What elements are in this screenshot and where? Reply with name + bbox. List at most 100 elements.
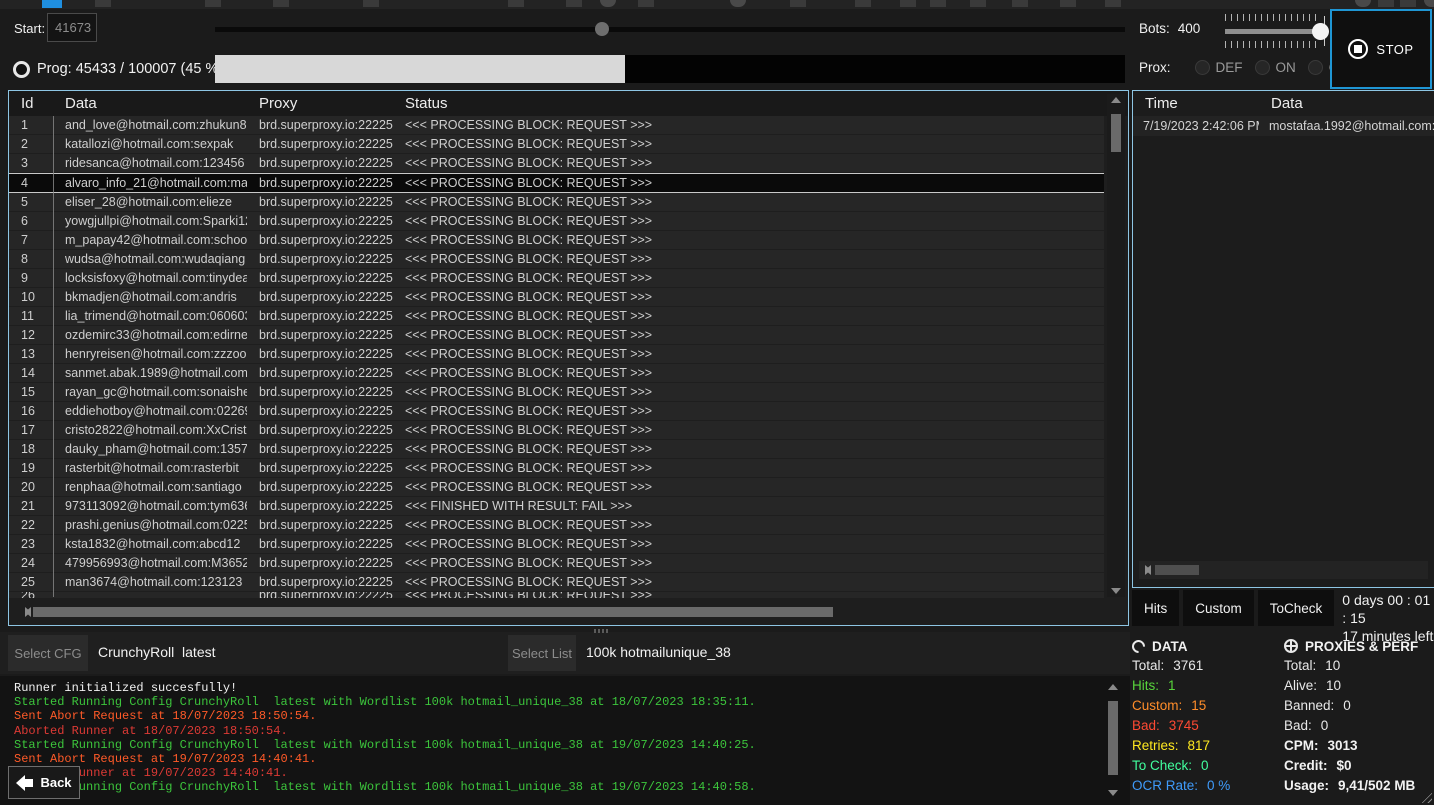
table-row[interactable]: 13 henryreisen@hotmail.com:zzzoooio brd.… — [9, 345, 1104, 364]
table-vertical-scrollbar[interactable] — [1107, 94, 1125, 597]
back-button[interactable]: Back — [8, 766, 80, 799]
cell-data: locksisfoxy@hotmail.com:tinydead9 — [65, 271, 247, 285]
scroll-up-arrow[interactable] — [1107, 94, 1125, 106]
table-row[interactable]: 22 prashi.genius@hotmail.com:0225bc brd.… — [9, 516, 1104, 535]
stat-line: Total: 10 — [1284, 656, 1434, 676]
table-row[interactable]: 26 brd.superproxy.io:22225 <<< PROCESSIN… — [9, 592, 1104, 599]
column-header-proxy[interactable]: Proxy — [247, 95, 393, 112]
table-row[interactable]: 17 cristo2822@hotmail.com:XxCristoba brd… — [9, 421, 1104, 440]
toolbar-icon-fragment[interactable] — [363, 0, 379, 7]
hit-row[interactable]: 7/19/2023 2:42:06 PM mostafaa.1992@hotma… — [1133, 116, 1434, 136]
toolbar-icon-active-fragment[interactable] — [42, 0, 62, 8]
scroll-thumb[interactable] — [33, 607, 833, 617]
toolbar-icon-fragment[interactable] — [970, 0, 986, 7]
column-header-time[interactable]: Time — [1133, 95, 1259, 112]
result-tab[interactable]: ToCheck — [1257, 590, 1335, 626]
toolbar-icon-fragment[interactable] — [205, 0, 221, 7]
toolbar-icon-fragment[interactable] — [1012, 0, 1028, 7]
log-vertical-scrollbar[interactable] — [1104, 681, 1122, 799]
scroll-thumb[interactable] — [1111, 114, 1121, 152]
table-row[interactable]: 9 locksisfoxy@hotmail.com:tinydead9 brd.… — [9, 269, 1104, 288]
toolbar-icon-fragment[interactable] — [638, 0, 654, 7]
table-row[interactable]: 21 973113092@hotmail.com:tym63636 brd.su… — [9, 497, 1104, 516]
bots-slider-thumb[interactable] — [1312, 23, 1329, 40]
toolbar-icon-fragment[interactable] — [508, 0, 524, 7]
table-row[interactable]: 24 479956993@hotmail.com:M365289 brd.sup… — [9, 554, 1104, 573]
toolbar-icon-fragment[interactable] — [566, 0, 582, 7]
radio-icon[interactable] — [1307, 60, 1323, 75]
splitter-grip[interactable] — [594, 629, 608, 633]
table-row[interactable]: 10 bkmadjen@hotmail.com:andris brd.super… — [9, 288, 1104, 307]
toolbar-icon-fragment[interactable] — [1060, 0, 1076, 7]
cell-status: <<< PROCESSING BLOCK: REQUEST >>> — [405, 176, 653, 190]
bots-slider-track[interactable] — [1225, 29, 1325, 34]
toolbar-icon-fragment[interactable] — [1400, 0, 1416, 7]
table-horizontal-scrollbar[interactable] — [19, 603, 1088, 621]
column-header-data[interactable]: Data — [53, 95, 247, 112]
table-row[interactable]: 1 and_love@hotmail.com:zhukun895! brd.su… — [9, 116, 1104, 135]
table-row[interactable]: 8 wudsa@hotmail.com:wudaqiang brd.superp… — [9, 250, 1104, 269]
cell-id: 7 — [21, 233, 28, 247]
column-header-status[interactable]: Status — [393, 95, 1128, 112]
result-tab[interactable]: Custom — [1183, 590, 1254, 626]
table-row[interactable]: 25 man3674@hotmail.com:123123 brd.superp… — [9, 573, 1104, 592]
cell-id: 8 — [21, 252, 28, 266]
position-slider[interactable] — [215, 22, 1125, 36]
toolbar-icon-fragment[interactable] — [1355, 0, 1371, 7]
toolbar-icon-fragment[interactable] — [1378, 0, 1394, 7]
result-tab[interactable]: Hits — [1132, 590, 1180, 626]
table-body: 1 and_love@hotmail.com:zhukun895! brd.su… — [9, 116, 1104, 599]
table-row[interactable]: 19 rasterbit@hotmail.com:rasterbit brd.s… — [9, 459, 1104, 478]
column-splitter[interactable] — [53, 116, 54, 597]
select-cfg-button[interactable]: Select CFG — [8, 635, 88, 671]
scroll-right-arrow[interactable] — [1139, 564, 1157, 576]
table-row[interactable]: 18 dauky_pham@hotmail.com:1357924 brd.su… — [9, 440, 1104, 459]
select-list-button[interactable]: Select List — [508, 635, 576, 671]
prox-radio-option[interactable]: DEF — [1194, 60, 1243, 75]
table-row[interactable]: 16 eddiehotboy@hotmail.com:022696 brd.su… — [9, 402, 1104, 421]
scroll-up-arrow[interactable] — [1104, 681, 1122, 693]
table-row[interactable]: 2 katallozi@hotmail.com:sexpak brd.super… — [9, 135, 1104, 154]
table-row[interactable]: 3 ridesanca@hotmail.com:123456 brd.super… — [9, 154, 1104, 173]
hits-horizontal-scrollbar[interactable] — [1139, 561, 1428, 579]
radio-icon[interactable] — [1254, 60, 1270, 75]
stat-label: Usage: — [1284, 778, 1330, 793]
toolbar-icon-fragment[interactable] — [730, 0, 746, 7]
stop-button[interactable]: STOP — [1330, 9, 1432, 89]
column-header-data[interactable]: Data — [1259, 95, 1434, 112]
start-input[interactable] — [47, 13, 97, 42]
cell-id: 18 — [21, 442, 35, 456]
table-row[interactable]: 15 rayan_gc@hotmail.com:sonaishere brd.s… — [9, 383, 1104, 402]
prox-radio-option[interactable]: ON — [1254, 60, 1296, 75]
toolbar-icon-fragment[interactable] — [855, 0, 871, 7]
table-row[interactable]: 7 m_papay42@hotmail.com:school brd.super… — [9, 231, 1104, 250]
toolbar-icon-fragment[interactable] — [900, 0, 916, 7]
column-header-id[interactable]: Id — [9, 95, 53, 112]
cell-status: <<< PROCESSING BLOCK: REQUEST >>> — [405, 518, 653, 532]
toolbar-icon-fragment[interactable] — [1424, 0, 1434, 7]
toolbar-icon-fragment[interactable] — [790, 0, 806, 7]
table-row[interactable]: 14 sanmet.abak.1989@hotmail.com:12 brd.s… — [9, 364, 1104, 383]
table-row[interactable]: 6 yowgjullpi@hotmail.com:Sparki123 brd.s… — [9, 212, 1104, 231]
table-row[interactable]: 20 renphaa@hotmail.com:santiago brd.supe… — [9, 478, 1104, 497]
table-row[interactable]: 5 eliser_28@hotmail.com:elieze brd.super… — [9, 193, 1104, 212]
scroll-down-arrow[interactable] — [1107, 585, 1125, 597]
scroll-thumb[interactable] — [1108, 701, 1118, 775]
bots-slider[interactable] — [1225, 14, 1329, 50]
radio-icon[interactable] — [1194, 60, 1210, 75]
scroll-down-arrow[interactable] — [1104, 787, 1122, 799]
toolbar-icon-fragment[interactable] — [600, 0, 616, 7]
table-row[interactable]: 11 lia_trimend@hotmail.com:060603 brd.su… — [9, 307, 1104, 326]
toolbar-icon-fragment[interactable] — [930, 0, 946, 7]
cell-status: <<< PROCESSING BLOCK: REQUEST >>> — [405, 271, 653, 285]
slider-thumb[interactable] — [595, 22, 610, 36]
table-row[interactable]: 4 alvaro_info_21@hotmail.com:marios brd.… — [9, 173, 1104, 193]
table-row[interactable]: 23 ksta1832@hotmail.com:abcd12 brd.super… — [9, 535, 1104, 554]
toolbar-icon-fragment[interactable] — [1105, 0, 1121, 7]
table-row[interactable]: 12 ozdemirc33@hotmail.com:edirne brd.sup… — [9, 326, 1104, 345]
toolbar-icon-fragment[interactable] — [273, 0, 289, 7]
scroll-thumb[interactable] — [1155, 565, 1199, 575]
toolbar-icon-fragment[interactable] — [95, 0, 111, 7]
slider-track[interactable] — [215, 27, 1125, 32]
scroll-right-arrow[interactable] — [19, 606, 37, 618]
